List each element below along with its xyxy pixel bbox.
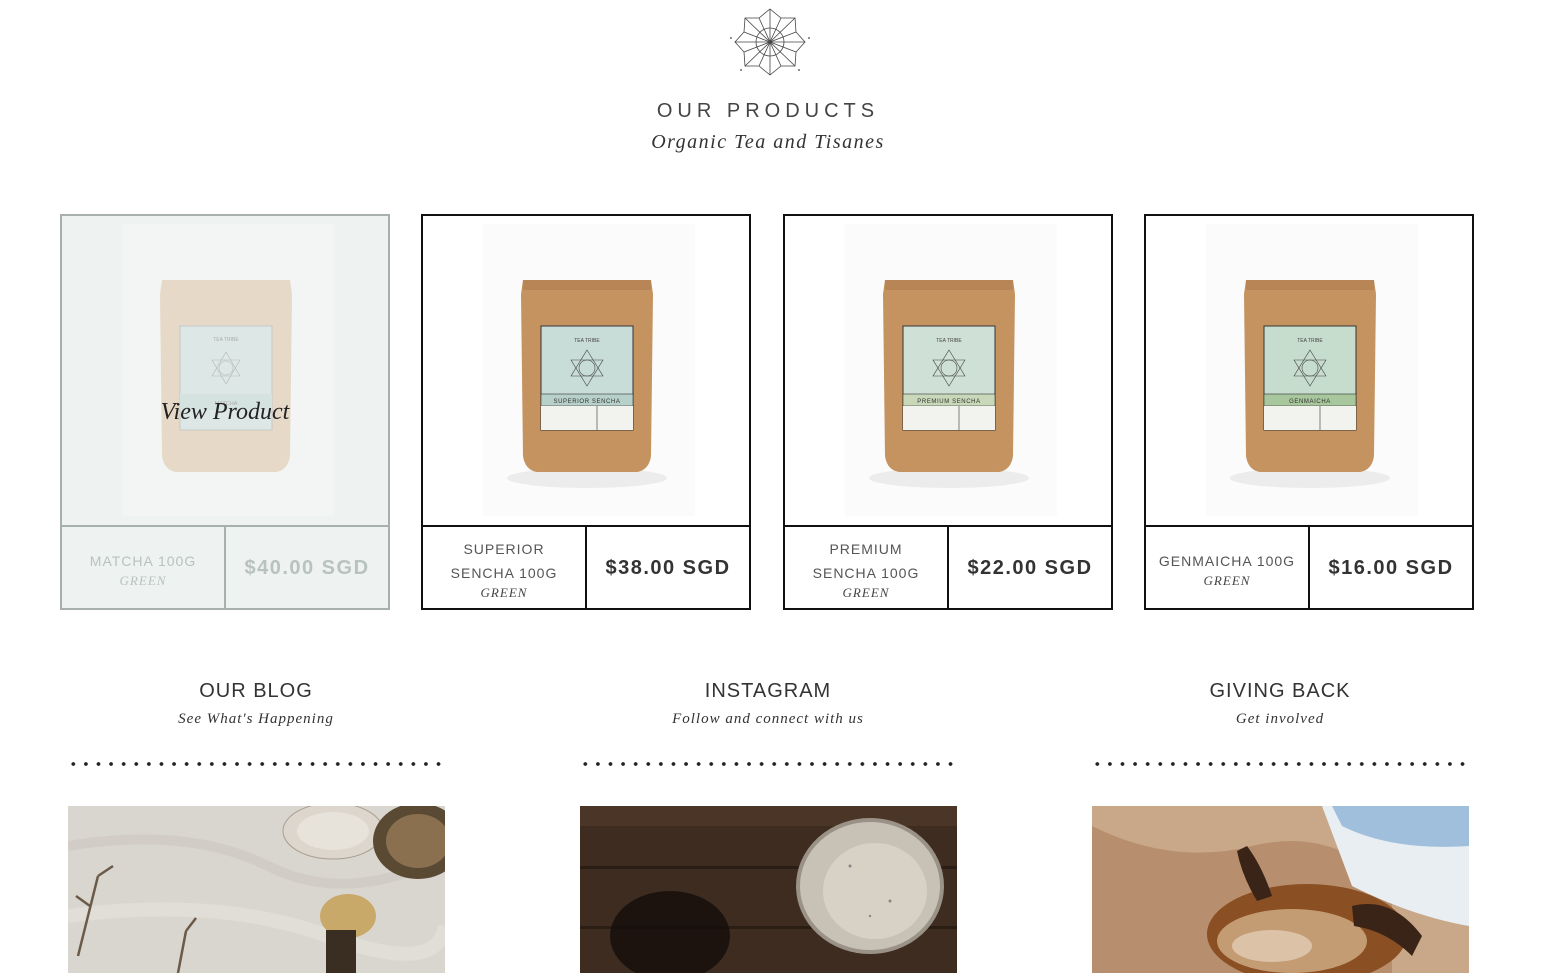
- product-image[interactable]: TEA TRIBE SUPERIOR SENCHA: [423, 216, 749, 525]
- product-price: $16.00 SGD: [1328, 557, 1454, 579]
- view-product-link[interactable]: View Product: [62, 399, 388, 426]
- product-card-premium-sencha[interactable]: TEA TRIBE PREMIUM SENCHA PREMIUM SENCHA …: [783, 214, 1113, 610]
- product-price: $38.00 SGD: [605, 557, 731, 579]
- product-name-cell: SUPERIOR SENCHA 100G GREEN: [423, 527, 587, 610]
- product-image[interactable]: TEA TRIBE PREMIUM SENCHA: [785, 216, 1111, 525]
- giving-back-subtitle: Get involved: [1235, 711, 1325, 727]
- blog-image[interactable]: [68, 806, 445, 973]
- dotted-divider: [579, 760, 957, 768]
- instagram-image[interactable]: [580, 806, 957, 973]
- pouch-brand: TEA TRIBE: [936, 338, 962, 344]
- instagram-subtitle: Follow and connect with us: [672, 711, 864, 727]
- giving-back-section-header: GIVING BACK Get involved: [1091, 680, 1469, 728]
- product-card-superior-sencha[interactable]: TEA TRIBE SUPERIOR SENCHA SUPERIOR SENCH…: [421, 214, 751, 610]
- product-name[interactable]: PREMIUM SENCHA 100G: [785, 537, 947, 585]
- instagram-title[interactable]: INSTAGRAM: [579, 680, 957, 703]
- product-name[interactable]: SUPERIOR SENCHA 100G: [423, 537, 585, 585]
- dotted-divider: [67, 760, 445, 768]
- tea-pouch-image: TEA TRIBE PREMIUM SENCHA: [845, 224, 1057, 516]
- product-card-matcha[interactable]: TEA TRIBE MATCHA View Product MATCHA 100…: [60, 214, 390, 610]
- giving-back-image[interactable]: [1092, 806, 1469, 973]
- product-name[interactable]: MATCHA 100G: [80, 549, 206, 573]
- product-name-cell: PREMIUM SENCHA 100G GREEN: [785, 527, 949, 610]
- product-category: GREEN: [842, 584, 890, 600]
- products-subheading: Organic Tea and Tisanes: [651, 131, 885, 153]
- blog-section-header: OUR BLOG See What's Happening: [67, 680, 445, 728]
- blog-subtitle: See What's Happening: [178, 711, 334, 727]
- tea-pouch-image: TEA TRIBE GENMAICHA: [1206, 224, 1418, 516]
- product-price: $40.00 SGD: [244, 557, 370, 579]
- product-category: GREEN: [119, 572, 167, 588]
- pouch-brand: TEA TRIBE: [574, 338, 600, 344]
- giving-back-title[interactable]: GIVING BACK: [1091, 680, 1469, 703]
- product-category: GREEN: [1203, 572, 1251, 588]
- dotted-divider: [1091, 760, 1469, 768]
- product-image[interactable]: TEA TRIBE MATCHA View Product: [62, 216, 388, 525]
- tea-pouch-image: TEA TRIBE SUPERIOR SENCHA: [483, 224, 695, 516]
- product-name[interactable]: GENMAICHA 100G: [1149, 549, 1305, 573]
- pouch-label: SUPERIOR SENCHA: [553, 399, 620, 405]
- product-name-cell: GENMAICHA 100G GREEN: [1146, 527, 1310, 610]
- pouch-brand: TEA TRIBE: [1297, 338, 1323, 344]
- product-price: $22.00 SGD: [967, 557, 1093, 579]
- product-card-genmaicha[interactable]: TEA TRIBE GENMAICHA GENMAICHA 100G GREEN…: [1144, 214, 1474, 610]
- product-name-cell: MATCHA 100G GREEN: [62, 527, 226, 610]
- pouch-brand: TEA TRIBE: [213, 337, 239, 343]
- instagram-section-header: INSTAGRAM Follow and connect with us: [579, 680, 957, 728]
- blog-title[interactable]: OUR BLOG: [67, 680, 445, 703]
- pouch-label: PREMIUM SENCHA: [917, 399, 980, 405]
- tea-pouch-image: TEA TRIBE MATCHA: [62, 216, 388, 525]
- pouch-label: GENMAICHA: [1289, 399, 1331, 405]
- products-heading: OUR PRODUCTS: [656, 100, 880, 122]
- tea-tribe-logo-icon[interactable]: [729, 4, 811, 78]
- product-image[interactable]: TEA TRIBE GENMAICHA: [1146, 216, 1472, 525]
- product-category: GREEN: [480, 584, 528, 600]
